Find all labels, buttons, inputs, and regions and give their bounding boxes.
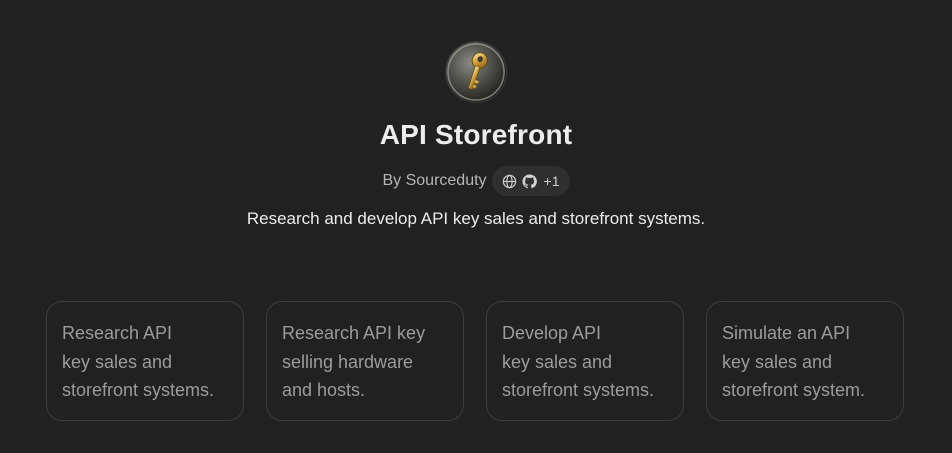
starter-prompt-card[interactable]: Research API key selling hardware and ho… [266,301,464,421]
globe-icon [502,174,517,189]
starter-prompts: Research API key sales and storefront sy… [46,301,906,423]
prompt-line: storefront systems. [62,380,215,400]
starter-prompt-card[interactable]: Develop API key sales and storefront sys… [486,301,684,421]
prompt-line: Research API [62,323,173,343]
prompt-line: storefront system. [722,380,866,400]
prompt-line: selling hardware [282,351,414,372]
gpt-avatar [446,42,506,102]
starter-prompt-card[interactable]: Simulate an API key sales and storefront… [706,301,904,421]
github-icon [522,173,537,189]
prompt-line: key sales and [502,351,613,372]
starter-prompt-card[interactable]: Research API key sales and storefront sy… [46,301,244,421]
author-links-badge[interactable]: +1 [491,166,570,196]
extra-links-count: +1 [543,173,560,189]
prompt-line: and hosts. [282,380,366,400]
prompt-line: key sales and [62,351,173,372]
gpt-description: Research and develop API key sales and s… [246,209,706,228]
prompt-line: Simulate an API [722,323,851,343]
gpt-title: API Storefront [379,119,573,150]
prompt-line: key sales and [722,351,833,372]
prompt-line: Research API key [282,323,426,343]
gpt-landing: API Storefront By Sourceduty +1 Research… [0,0,952,453]
key-icon [446,42,506,102]
prompt-line: Develop API [502,323,602,343]
prompt-line: storefront systems. [502,380,655,400]
byline: By Sourceduty +1 [0,166,952,196]
author-label: By Sourceduty [382,172,487,189]
